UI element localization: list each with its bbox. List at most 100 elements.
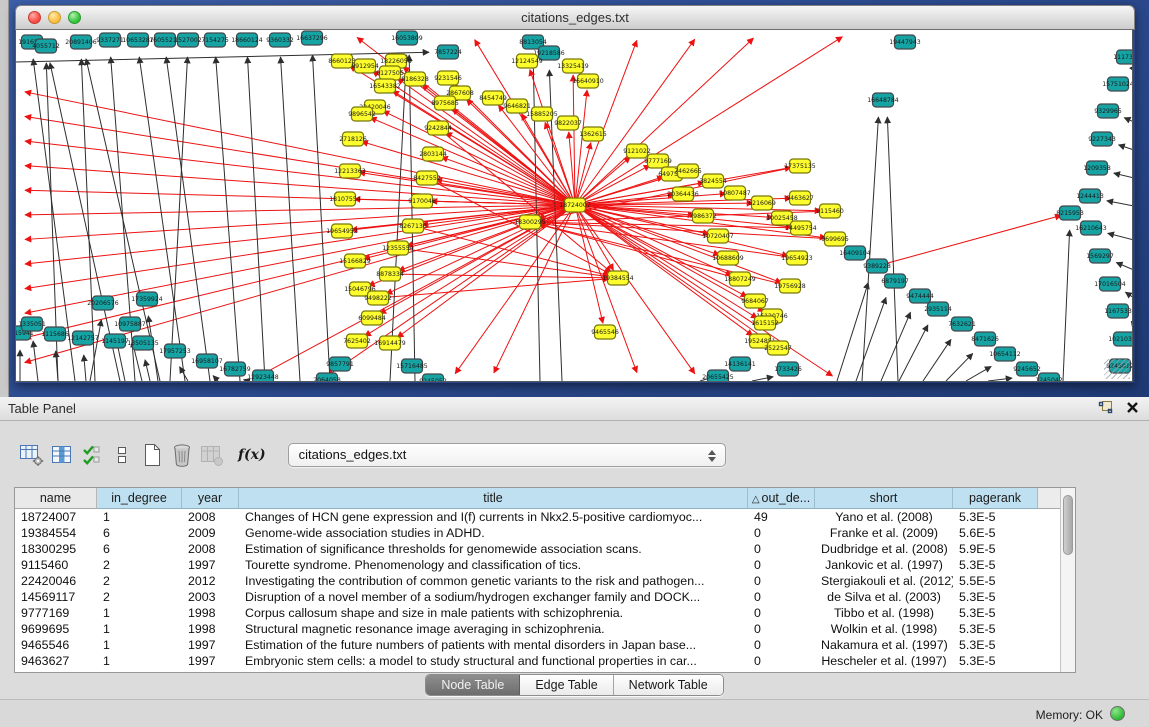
table-cell-pagerank[interactable]: 5.5E-5 [953, 573, 1038, 589]
graph-node[interactable]: 9777169 [644, 154, 672, 168]
graph-node[interactable]: 6216069 [748, 196, 776, 210]
table-cell-short[interactable]: Wolkin et al. (1998) [815, 621, 953, 637]
network-canvas[interactable]: 1916519405571220891406933727110653287160… [15, 30, 1133, 382]
graph-node[interactable]: 3824554 [699, 174, 727, 188]
table-cell-title[interactable]: Estimation of the future numbers of pati… [239, 637, 748, 653]
table-cell-in_degree[interactable]: 1 [97, 621, 182, 637]
column-header-year[interactable]: year [182, 488, 239, 509]
graph-node[interactable]: 18107554 [329, 192, 361, 206]
graph-node[interactable]: 9231546 [434, 71, 462, 85]
graph-node[interactable]: 1615152 [751, 316, 779, 330]
graph-node[interactable]: 15885205 [526, 107, 558, 121]
close-panel-icon[interactable] [1126, 401, 1139, 414]
graph-node[interactable]: 1115686 [41, 327, 69, 341]
column-header-name[interactable]: name [15, 488, 97, 509]
graph-node[interactable]: 7986372 [689, 209, 717, 223]
graph-node[interactable]: 9474444 [906, 289, 934, 303]
table-cell-out_degree[interactable]: 0 [748, 605, 815, 621]
graph-node[interactable]: 1527002 [174, 33, 202, 47]
table-cell-short[interactable]: Hescheler et al. (1997) [815, 653, 953, 669]
table-cell-year[interactable]: 1997 [182, 653, 239, 669]
graph-node[interactable]: 8267130 [399, 219, 427, 233]
graph-node[interactable]: 7154275 [201, 33, 229, 47]
graph-node[interactable]: 17375135 [784, 159, 816, 173]
table-cell-year[interactable]: 2009 [182, 525, 239, 541]
table-cell-title[interactable]: Tourette syndrome. Phenomenology and cla… [239, 557, 748, 573]
delete-table-trash-icon[interactable] [168, 442, 195, 468]
table-cell-title[interactable]: Investigating the contribution of common… [239, 573, 748, 589]
graph-node[interactable]: 9465546 [591, 325, 619, 339]
graph-node[interactable]: 9329965 [1094, 104, 1122, 118]
graph-node[interactable]: 7625402 [343, 334, 371, 348]
column-header-pagerank[interactable]: pagerank [953, 488, 1038, 509]
table-cell-pagerank[interactable]: 5.3E-5 [953, 653, 1038, 669]
table-row[interactable]: 2242004622012Investigating the contribut… [15, 573, 1075, 589]
table-row[interactable]: 1830029562008Estimation of significance … [15, 541, 1075, 557]
graph-node[interactable]: 9822037 [554, 116, 582, 130]
table-cell-title[interactable]: Genome-wide association studies in ADHD. [239, 525, 748, 541]
graph-node[interactable]: 7632621 [948, 317, 976, 331]
graph-node[interactable]: 16914479 [374, 336, 406, 350]
table-cell-in_degree[interactable]: 6 [97, 525, 182, 541]
table-cell-name[interactable]: 19384554 [15, 525, 97, 541]
graph-node[interactable]: 1117305 [1113, 50, 1133, 64]
table-cell-name[interactable]: 14569117 [15, 589, 97, 605]
table-cell-title[interactable]: Disruption of a novel member of a sodium… [239, 589, 748, 605]
table-cell-short[interactable]: de Silva et al. (2003) [815, 589, 953, 605]
graph-node[interactable]: 1245042 [1035, 373, 1063, 382]
graph-node[interactable]: 9684067 [741, 294, 769, 308]
new-document-icon[interactable] [138, 442, 165, 468]
graph-node[interactable]: 16053809 [391, 31, 423, 45]
table-cell-pagerank[interactable]: 5.3E-5 [953, 621, 1038, 637]
table-cell-pagerank[interactable]: 5.3E-5 [953, 637, 1038, 653]
graph-node[interactable]: 16958107 [191, 354, 223, 368]
graph-node[interactable]: 9699695 [821, 232, 849, 246]
table-cell-year[interactable]: 2012 [182, 573, 239, 589]
graph-node[interactable]: 1145197 [101, 334, 129, 348]
table-row[interactable]: 969969511998Structural magnetic resonanc… [15, 621, 1075, 637]
graph-node[interactable]: 9227343 [1088, 132, 1116, 146]
graph-node[interactable]: 15166829 [339, 254, 371, 268]
table-cell-in_degree[interactable]: 2 [97, 589, 182, 605]
table-cell-short[interactable]: Tibbo et al. (1998) [815, 605, 953, 621]
graph-node[interactable]: 9463627 [786, 191, 814, 205]
table-cell-pagerank[interactable]: 5.3E-5 [953, 509, 1038, 525]
network-window-titlebar[interactable]: citations_edges.txt [15, 5, 1135, 30]
table-cell-short[interactable]: Yano et al. (2008) [815, 509, 953, 525]
window-resize-grip-icon[interactable] [1104, 359, 1130, 379]
table-cell-short[interactable]: Nakamura et al. (1997) [815, 637, 953, 653]
tab-node-table[interactable]: Node Table [426, 675, 520, 695]
check-columns-icon[interactable] [78, 442, 105, 468]
table-cell-pagerank[interactable]: 5.9E-5 [953, 541, 1038, 557]
table-cell-title[interactable]: Changes of HCN gene expression and I(f) … [239, 509, 748, 525]
table-cell-name[interactable]: 9115460 [15, 557, 97, 573]
table-cell-year[interactable]: 1998 [182, 605, 239, 621]
column-header-title[interactable]: title [239, 488, 748, 509]
table-cell-title[interactable]: Corpus callosum shape and size in male p… [239, 605, 748, 621]
table-cell-in_degree[interactable]: 2 [97, 573, 182, 589]
table-cell-short[interactable]: Stergiakouli et al. (2012) [815, 573, 953, 589]
tab-network-table[interactable]: Network Table [614, 675, 723, 695]
graph-node[interactable]: 19384554 [602, 271, 634, 285]
graph-node[interactable]: 9245652 [1013, 362, 1041, 376]
graph-node[interactable]: 9857791 [326, 357, 354, 371]
table-row[interactable]: 911546021997Tourette syndrome. Phenomeno… [15, 557, 1075, 573]
graph-node[interactable]: 9389228 [863, 259, 891, 273]
table-cell-pagerank[interactable]: 5.3E-5 [953, 605, 1038, 621]
table-scrollbar[interactable] [1060, 488, 1075, 672]
tab-edge-table[interactable]: Edge Table [520, 675, 613, 695]
graph-node[interactable]: 15716485 [396, 359, 428, 373]
column-header-out_degree[interactable]: △out_de... [748, 488, 815, 509]
table-options-icon[interactable] [18, 442, 45, 468]
graph-node[interactable]: 8186328 [401, 72, 429, 86]
graph-node[interactable]: 19756928 [774, 279, 806, 293]
graph-node[interactable]: 9337271 [96, 33, 124, 47]
graph-node[interactable]: 9896542 [348, 107, 376, 121]
graph-node[interactable]: 2064058 [313, 373, 341, 382]
graph-node[interactable]: 9245052 [419, 374, 447, 382]
column-header-in_degree[interactable]: in_degree [97, 488, 182, 509]
graph-node[interactable]: 1733426 [774, 362, 802, 376]
graph-node[interactable]: 8215953 [1056, 206, 1084, 220]
graph-node[interactable]: 10688609 [712, 251, 744, 265]
table-cell-out_degree[interactable]: 0 [748, 541, 815, 557]
